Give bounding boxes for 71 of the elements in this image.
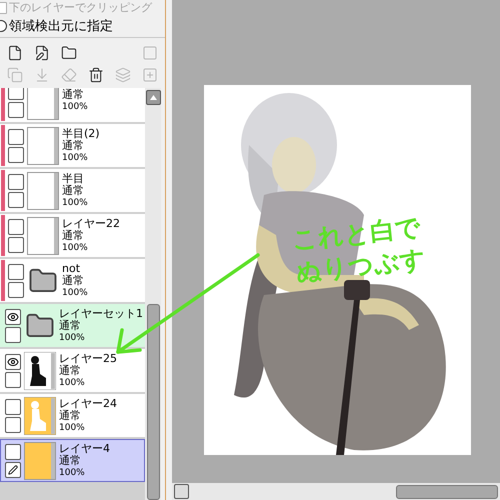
layer-row[interactable]: レイヤーセット1 通常 100% [0,304,145,347]
visibility-toggle[interactable] [5,444,21,460]
blend-mode: 通常 [59,454,82,466]
layer-name: レイヤーセット1 [59,308,143,320]
lock-toggle[interactable] [8,146,24,162]
layer-thumbnail [27,88,59,120]
visibility-toggle[interactable] [5,398,21,414]
layer-opacity: 100% [59,466,86,478]
layer-row[interactable]: レイヤー25 通常 100% [0,349,145,392]
up-arrow-icon [150,95,156,100]
layer-opacity: 100% [62,286,88,298]
lock-toggle[interactable] [8,236,24,252]
folder-icon[interactable] [60,44,78,62]
blend-mode: 通常 [62,230,84,242]
layer-name: not [62,262,82,274]
eye-icon[interactable] [5,354,21,370]
layer-name: レイヤー25 [59,352,117,364]
visibility-toggle[interactable] [8,218,24,234]
visibility-toggle[interactable] [8,88,24,100]
blend-mode: 通常 [62,274,85,286]
layer-opacity: 100% [62,196,88,208]
lock-toggle[interactable] [5,372,21,388]
layer-row[interactable]: 半目 通常 100% [0,169,145,212]
blend-mode: 通常 [59,410,82,422]
file-icon[interactable] [6,44,24,62]
option-label: 下のレイヤーでクリッピング [9,0,152,15]
layer-row[interactable]: not 通常 100% [0,259,145,302]
blend-mode: 通常 [62,184,85,196]
layer-thumbnail [24,352,56,390]
blend-mode: 通常 [62,140,85,152]
layer-row[interactable]: レイヤー22 通常 100% [0,214,145,257]
lock-toggle[interactable] [8,102,24,118]
layer-opacity: 100% [62,152,89,164]
layer-thumbnail [27,216,59,254]
layer-thumbnail [27,172,59,210]
pen-icon[interactable] [5,462,21,478]
layer-thumbnail [24,396,56,434]
layer-opacity: 100% [62,242,89,254]
layer-row[interactable]: 通常 100% [0,88,145,122]
lock-toggle[interactable] [8,282,24,298]
option-label: 領域検出元に指定 [9,18,113,35]
blend-mode: 通常 [59,364,82,376]
layer-name: 半目(2) [62,128,100,140]
layer-row[interactable]: 半目(2) 通常 100% [0,124,145,167]
scrollbar-thumb[interactable] [396,484,498,498]
layer-name: レイヤー4 [59,442,110,454]
scrollbar-thumb[interactable] [146,304,160,500]
scroll-up-button[interactable] [146,90,160,105]
visibility-toggle[interactable] [8,264,24,280]
layer-row[interactable]: レイヤー4 通常 100% [0,439,145,482]
layer-thumbnail [24,442,56,480]
lock-toggle[interactable] [5,326,21,342]
scroll-left-button[interactable] [174,484,189,499]
layer-opacity: 100% [62,100,88,112]
lock-toggle[interactable] [8,192,24,208]
layer-name: レイヤー24 [59,398,117,410]
layer-thumbnail [27,126,59,164]
visibility-toggle[interactable] [8,174,24,190]
layer-row[interactable]: レイヤー24 通常 100% [0,394,145,437]
trash-icon[interactable] [87,66,105,84]
layer-opacity: 100% [59,422,86,434]
eye-icon[interactable] [5,308,21,324]
layer-name: レイヤー22 [62,218,120,230]
blend-mode: 通常 [62,88,85,100]
layer-opacity: 100% [59,332,86,344]
blend-mode: 通常 [59,320,82,332]
layer-opacity: 100% [59,376,86,388]
lock-toggle[interactable] [5,416,21,432]
layer-name: 半目 [62,172,85,184]
file-pen-icon[interactable] [33,44,51,62]
visibility-toggle[interactable] [8,128,24,144]
